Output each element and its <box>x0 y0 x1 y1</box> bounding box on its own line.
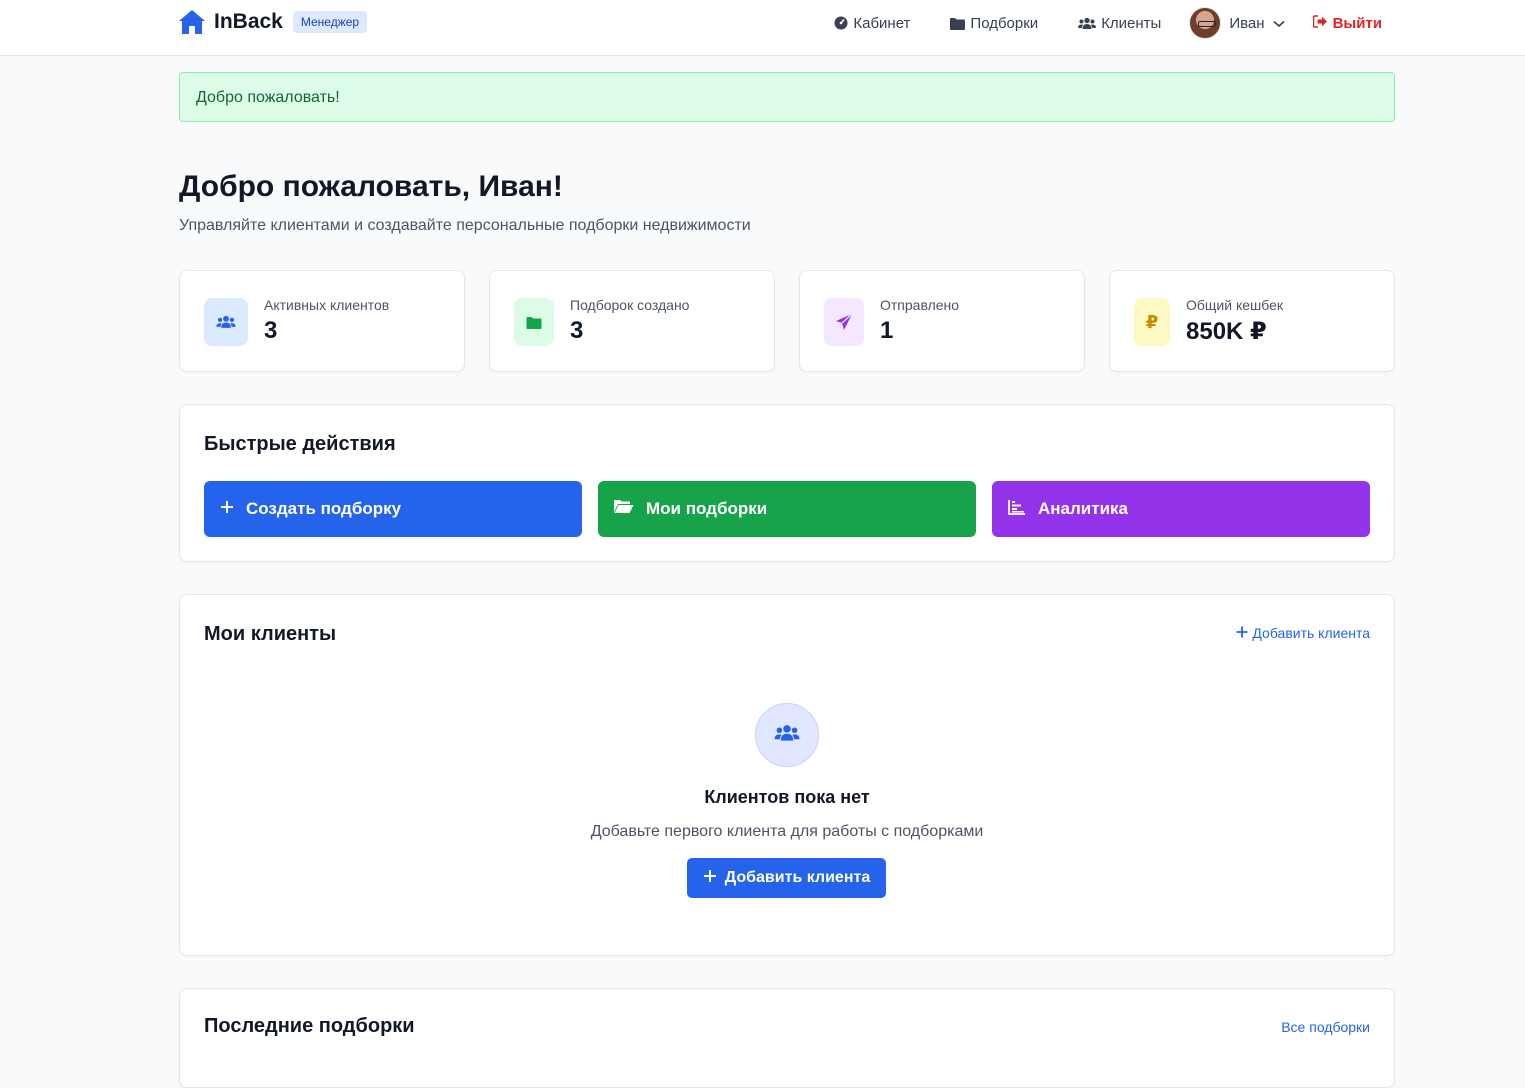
nav-clients[interactable]: Клиенты <box>1078 15 1161 32</box>
stat-label: Общий кешбек <box>1186 297 1284 313</box>
logout-button[interactable]: Выйти <box>1312 14 1382 32</box>
recent-collections-title: Последние подборки <box>204 1015 415 1037</box>
add-client-button-label: Добавить клиента <box>724 869 871 886</box>
chevron-down-icon <box>1273 15 1285 32</box>
sign-out-icon <box>1312 14 1328 32</box>
plus-icon <box>1236 625 1248 641</box>
analytics-label: Аналитика <box>1038 499 1128 518</box>
top-navbar: InBack Менеджер Кабинет Подборки Клиенты… <box>0 0 1525 56</box>
users-icon <box>774 724 800 747</box>
add-client-link-label: Добавить клиента <box>1252 625 1370 641</box>
users-icon <box>204 298 248 346</box>
nav-collections-label: Подборки <box>970 14 1039 32</box>
stat-card-cashback: ₽ Общий кешбек 850K ₽ <box>1109 270 1395 372</box>
stat-value: 3 <box>570 317 584 344</box>
avatar <box>1189 7 1222 39</box>
my-collections-button[interactable]: Мои подборки <box>598 481 976 537</box>
recent-collections-panel: Последние подборки Все подборки <box>179 988 1395 1088</box>
chart-icon <box>1008 499 1026 520</box>
create-collection-button[interactable]: Создать подборку <box>204 481 582 537</box>
stat-label: Отправлено <box>880 297 960 313</box>
clients-panel: Мои клиенты Добавить клиента Клиентов по… <box>179 594 1395 956</box>
users-icon <box>1078 17 1097 30</box>
nav-cabinet-label: Кабинет <box>853 14 911 32</box>
stat-label: Активных клиентов <box>264 297 390 313</box>
add-client-button[interactable]: Добавить клиента <box>687 858 886 898</box>
page-subtitle: Управляйте клиентами и создавайте персон… <box>179 217 751 234</box>
empty-state-subtitle: Добавьте первого клиента для работы с по… <box>590 823 984 840</box>
nav-cabinet[interactable]: Кабинет <box>834 15 910 32</box>
nav-collections[interactable]: Подборки <box>950 15 1038 32</box>
plus-icon <box>703 869 717 888</box>
empty-state-title: Клиентов пока нет <box>704 787 870 807</box>
home-icon <box>178 9 206 35</box>
create-collection-label: Создать подборку <box>246 499 402 518</box>
role-badge: Менеджер <box>292 11 368 33</box>
brand-logo[interactable]: InBack Менеджер <box>178 9 368 35</box>
dashboard-icon <box>834 16 848 30</box>
all-collections-link[interactable]: Все подборки <box>1281 1019 1370 1035</box>
paper-plane-icon <box>824 298 864 346</box>
folder-icon <box>514 298 554 346</box>
stat-card-sent: Отправлено 1 <box>799 270 1085 372</box>
user-name: Иван <box>1229 14 1265 32</box>
user-menu[interactable]: Иван <box>1189 7 1285 39</box>
stat-value: 850K ₽ <box>1186 318 1267 345</box>
ruble-icon: ₽ <box>1134 298 1170 346</box>
brand-name: InBack <box>214 10 283 33</box>
quick-actions-title: Быстрые действия <box>204 433 396 455</box>
stat-label: Подборок создано <box>570 297 690 313</box>
empty-state-icon <box>755 703 819 767</box>
success-alert: Добро пожаловать! <box>179 72 1395 122</box>
stat-card-collections-created: Подборок создано 3 <box>489 270 775 372</box>
folder-icon <box>950 17 966 30</box>
add-client-link[interactable]: Добавить клиента <box>1236 625 1370 641</box>
my-collections-label: Мои подборки <box>646 499 768 518</box>
stat-value: 3 <box>264 317 278 344</box>
logout-label: Выйти <box>1332 14 1382 32</box>
stat-value: 1 <box>880 317 894 344</box>
main-nav: Кабинет Подборки Клиенты Иван Выйти <box>834 0 1382 46</box>
analytics-button[interactable]: Аналитика <box>992 481 1370 537</box>
page-title: Добро пожаловать, Иван! <box>179 170 563 203</box>
clients-title: Мои клиенты <box>204 623 337 645</box>
plus-icon <box>220 499 234 519</box>
stat-card-active-clients: Активных клиентов 3 <box>179 270 465 372</box>
nav-clients-label: Клиенты <box>1101 14 1162 32</box>
folder-open-icon <box>614 499 634 519</box>
quick-actions-panel: Быстрые действия Создать подборку Мои по… <box>179 404 1395 562</box>
